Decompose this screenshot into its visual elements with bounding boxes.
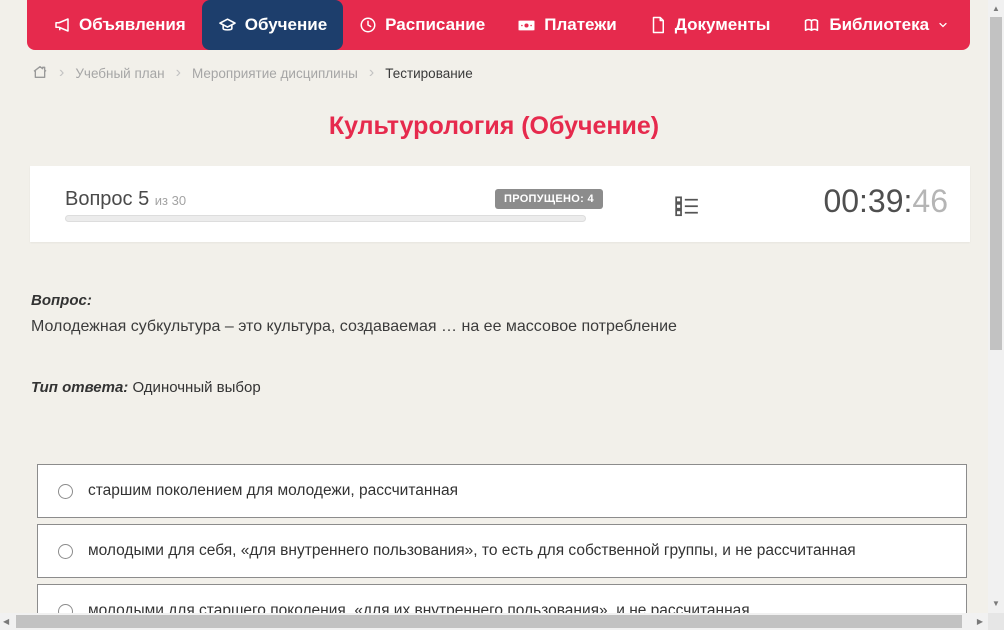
nav-item-label: Объявления — [79, 15, 186, 34]
question-number: Вопрос 5 из 30 — [65, 188, 186, 211]
main-navbar: Объявления Обучение Расписание Платежи Д… — [27, 0, 970, 50]
breadcrumb-discipline-event[interactable]: Мероприятие дисциплины — [192, 66, 358, 81]
breadcrumb-current: Тестирование — [385, 65, 473, 81]
nav-item-label: Библиотека — [829, 15, 930, 34]
nav-item-payments[interactable]: Платежи — [501, 0, 633, 50]
nav-item-library[interactable]: Библиотека — [786, 0, 965, 50]
nav-item-label: Расписание — [385, 15, 486, 34]
radio-button[interactable] — [58, 483, 73, 499]
horizontal-scrollbar[interactable]: ◀ ▶ — [0, 613, 988, 630]
app-screen: Объявления Обучение Расписание Платежи Д… — [0, 0, 1004, 630]
radio-button[interactable] — [58, 543, 73, 559]
answer-option-1[interactable]: старшим поколением для молодежи, рассчит… — [37, 464, 967, 518]
nav-item-label: Обучение — [244, 15, 328, 34]
nav-item-announcements[interactable]: Объявления — [37, 0, 202, 50]
breadcrumb-separator: › — [59, 64, 65, 81]
home-link[interactable] — [32, 64, 48, 83]
question-list-icon — [674, 196, 700, 223]
breadcrumb: › Учебный план › Мероприятие дисциплины … — [32, 61, 473, 85]
vertical-scrollbar[interactable]: ▲ ▼ — [988, 0, 1004, 613]
question-total-label: из 30 — [154, 193, 187, 208]
skipped-badge: ПРОПУЩЕНО: 4 — [495, 189, 603, 209]
nav-item-label: Платежи — [544, 15, 617, 34]
question-header-card: Вопрос 5 из 30 ПРОПУЩЕНО: 4 00:39:46 — [30, 166, 970, 242]
breadcrumb-separator: › — [175, 64, 181, 81]
megaphone-icon — [53, 16, 71, 34]
countdown-timer: 00:39:46 — [823, 183, 948, 220]
question-label: Вопрос: — [31, 292, 92, 309]
question-list-button[interactable] — [674, 193, 700, 224]
timer-seconds: 46 — [912, 183, 948, 219]
scroll-down-icon[interactable]: ▼ — [992, 600, 1000, 608]
graduation-cap-icon — [218, 16, 237, 35]
timer-main: 00:39: — [823, 183, 913, 219]
answer-option-text: молодыми для себя, «для внутреннего поль… — [88, 542, 856, 559]
nav-item-label: Документы — [674, 15, 771, 34]
money-icon — [517, 16, 536, 35]
answer-type-label: Тип ответа: — [31, 379, 129, 396]
scrollbar-corner — [988, 613, 1004, 630]
scroll-up-icon[interactable]: ▲ — [992, 5, 1000, 13]
question-number-label: Вопрос 5 — [65, 188, 150, 210]
scroll-right-icon[interactable]: ▶ — [977, 618, 983, 626]
answer-type-value: Одиночный выбор — [132, 379, 261, 396]
question-text: Молодежная субкультура – это культура, с… — [31, 318, 677, 335]
page-title: Культурология (Обучение) — [328, 112, 660, 140]
answer-option-text: старшим поколением для молодежи, рассчит… — [88, 482, 459, 499]
nav-item-schedule[interactable]: Расписание — [343, 0, 501, 50]
vertical-scroll-thumb[interactable] — [990, 17, 1002, 350]
book-icon — [802, 16, 821, 35]
answer-type-row: Тип ответа: Одиночный выбор — [31, 379, 261, 396]
document-icon — [649, 16, 667, 34]
chevron-down-icon — [937, 19, 949, 31]
scroll-left-icon[interactable]: ◀ — [3, 618, 9, 626]
nav-item-documents[interactable]: Документы — [633, 0, 787, 50]
breadcrumb-curriculum[interactable]: Учебный план — [75, 66, 164, 81]
answer-option-2[interactable]: молодыми для себя, «для внутреннего поль… — [37, 524, 967, 578]
nav-item-learning[interactable]: Обучение — [201, 0, 344, 50]
clock-icon — [359, 16, 377, 34]
breadcrumb-separator: › — [368, 64, 375, 81]
progress-bar — [65, 215, 586, 222]
home-icon — [32, 64, 48, 83]
horizontal-scroll-thumb[interactable] — [16, 615, 962, 628]
